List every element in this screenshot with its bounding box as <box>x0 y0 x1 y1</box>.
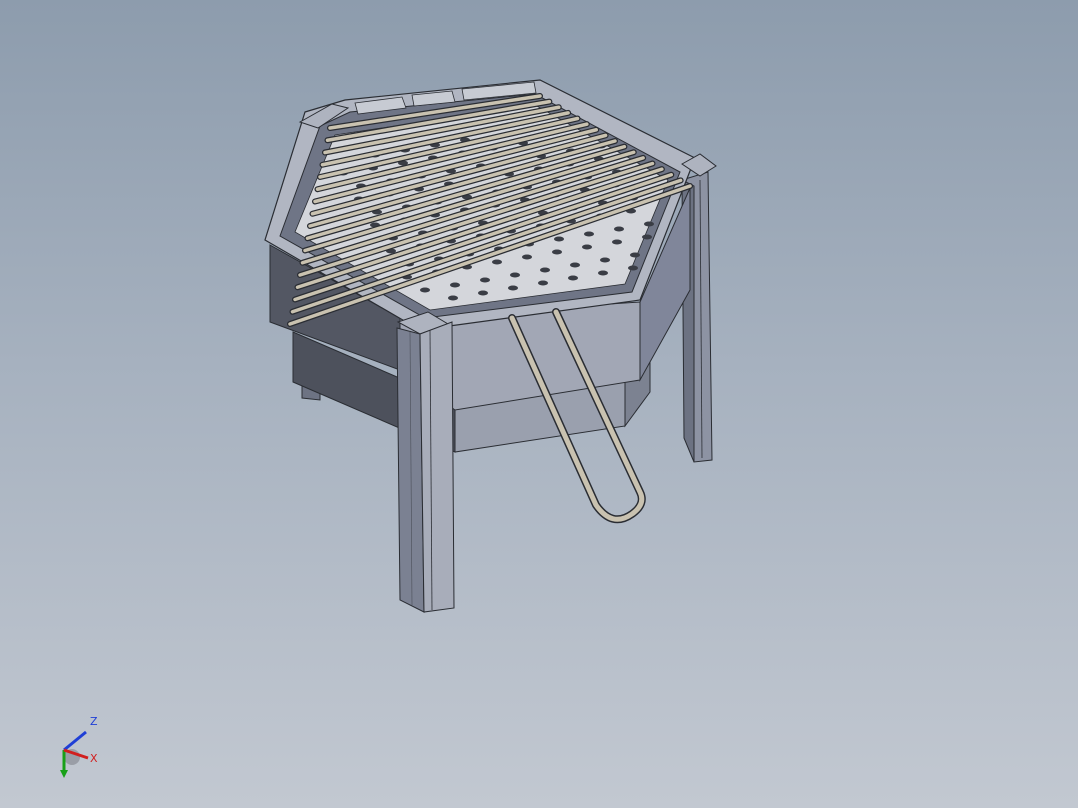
tray-hole <box>420 287 430 293</box>
tray-hole <box>584 231 594 237</box>
tray-hole <box>582 244 592 250</box>
front-leg <box>396 321 455 613</box>
tray-hole <box>538 280 548 286</box>
tray-hole <box>540 267 550 273</box>
tray-hole <box>508 285 518 291</box>
tray-hole <box>600 257 610 263</box>
tray-hole <box>552 249 562 255</box>
tray-hole <box>642 234 652 240</box>
tray-hole <box>614 226 624 232</box>
grill-model[interactable] <box>0 0 1078 808</box>
tray-hole <box>448 295 458 301</box>
x-axis-label: X <box>90 752 98 765</box>
tray-hole <box>450 282 460 288</box>
z-axis-icon <box>63 730 87 752</box>
tray-hole <box>492 259 502 265</box>
tray-hole <box>630 252 640 258</box>
tray-hole <box>598 270 608 276</box>
graphics-viewport[interactable]: Z X <box>0 0 1078 808</box>
tray-hole <box>644 221 654 227</box>
tray-hole <box>510 272 520 278</box>
tray-hole <box>570 262 580 268</box>
tray-hole <box>554 236 564 242</box>
tray-hole <box>478 290 488 296</box>
y-arrow-icon <box>60 770 68 778</box>
view-triad[interactable]: Z X <box>52 712 112 782</box>
tray-hole <box>522 254 532 260</box>
tray-hole <box>628 265 638 271</box>
z-axis-label: Z <box>90 715 98 728</box>
tray-hole <box>612 239 622 245</box>
tray-hole <box>480 277 490 283</box>
tray-hole <box>568 275 578 281</box>
